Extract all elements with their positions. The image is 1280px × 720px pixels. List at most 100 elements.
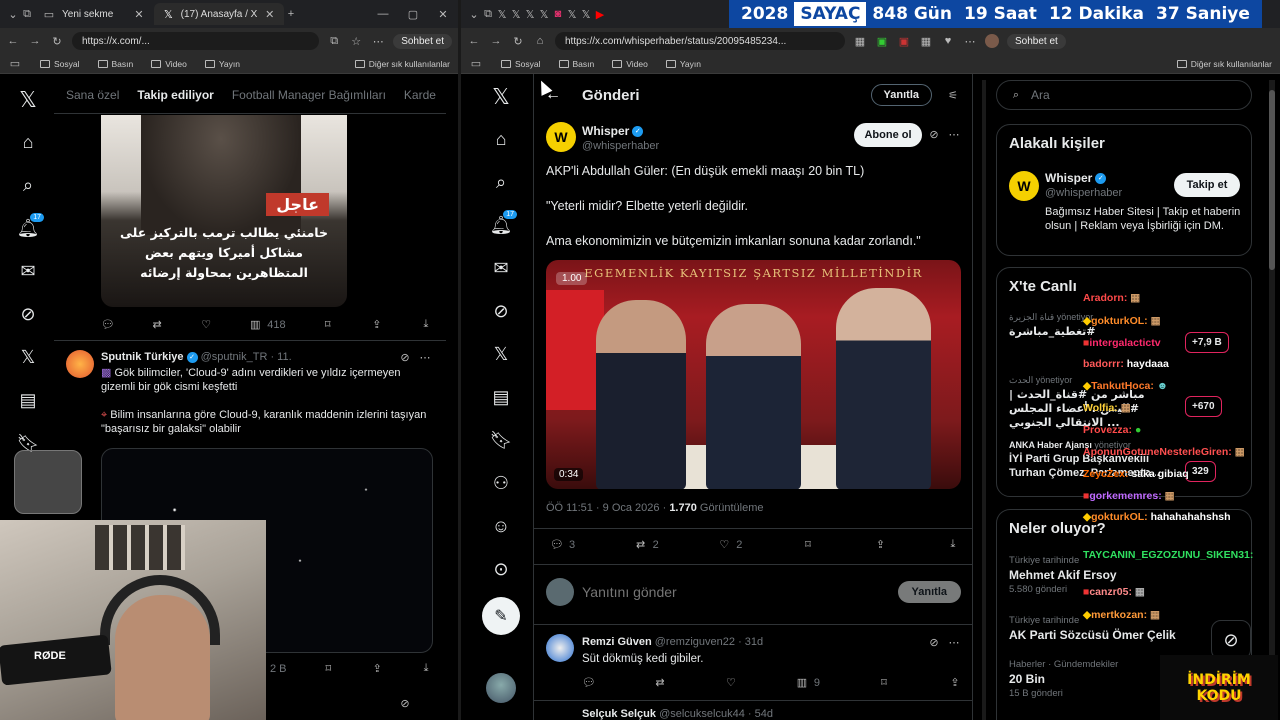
tab-x-home[interactable]: 𝕏 (17) Anasayfa / X ✕ xyxy=(154,3,284,25)
views-stat[interactable]: ▥ 418 xyxy=(248,318,286,332)
bookmark-icon[interactable]: ⌑ xyxy=(801,538,815,551)
bookmark-folder[interactable]: Sosyal xyxy=(501,59,541,69)
tab-list-icon[interactable]: ⌄ xyxy=(467,8,481,21)
tab-kardes[interactable]: Karde xyxy=(404,88,436,102)
share-icon[interactable]: ⇪ xyxy=(948,676,962,689)
url-field[interactable]: https://x.com/... xyxy=(72,32,320,50)
avatar[interactable] xyxy=(985,34,999,48)
bookmark-folder[interactable]: Basın xyxy=(97,59,133,69)
post-video[interactable]: EGEMENLİK KAYITSIZ ŞARTSIZ MİLLETİNDİR 1… xyxy=(546,260,961,489)
views-stat[interactable]: ▥ 9 xyxy=(795,676,820,690)
share-icon[interactable]: ⇪ xyxy=(370,318,384,331)
extensions-icon[interactable]: ⧉ xyxy=(327,35,341,48)
close-window-icon[interactable]: ✕ xyxy=(436,8,450,21)
bell-icon[interactable]: 🔔︎ 17 xyxy=(481,204,521,247)
extension-icon[interactable]: ♥ xyxy=(941,35,955,47)
home-icon[interactable]: ⌂ xyxy=(481,118,521,161)
lists-icon[interactable]: ▤ xyxy=(481,376,521,419)
back-icon[interactable]: ← xyxy=(467,35,481,47)
grok-icon[interactable]: ⊘ xyxy=(8,293,48,336)
scroll-thumb[interactable] xyxy=(1269,90,1275,270)
tab-list-icon[interactable]: ⌄ xyxy=(6,8,20,21)
main-scrollbar[interactable] xyxy=(982,80,986,720)
repost-icon[interactable]: ⇄ xyxy=(150,318,164,331)
tab-new-tab[interactable]: ▭ Yeni sekme ✕ xyxy=(34,3,154,25)
grok-icon[interactable]: ⊘ xyxy=(398,697,412,710)
share-icon[interactable]: ⇪ xyxy=(873,538,887,551)
more-icon[interactable]: ⋯ xyxy=(947,128,961,141)
floating-widget[interactable] xyxy=(14,450,82,514)
x-tab-icon[interactable]: 𝕏 xyxy=(523,8,537,21)
bookmark-folder[interactable]: Video xyxy=(151,59,187,69)
bell-icon[interactable]: 🔔︎ 17 xyxy=(8,207,48,250)
close-icon[interactable]: ✕ xyxy=(132,8,146,21)
download-icon[interactable]: ⤓ xyxy=(419,318,433,331)
copilot-button[interactable]: Sohbet et xyxy=(1007,33,1066,49)
sidebar-toggle-icon[interactable]: ▭ xyxy=(469,57,483,70)
like-action[interactable]: ♡ 2 xyxy=(717,538,742,552)
download-icon[interactable]: ⤓ xyxy=(946,538,960,551)
reply-submit-button[interactable]: Yanıtla xyxy=(897,581,961,603)
repost-action[interactable]: ⇄ 2 xyxy=(634,538,659,552)
profile-icon[interactable]: ☺ xyxy=(481,505,521,548)
extension-icon[interactable]: ▣ xyxy=(897,35,911,48)
account-avatar[interactable] xyxy=(486,673,516,703)
communities-icon[interactable]: ⚇ xyxy=(481,462,521,505)
subscribe-button[interactable]: Abone ol xyxy=(854,123,922,147)
filter-icon[interactable]: ⚟ xyxy=(946,89,960,102)
x-tab-icon[interactable]: 𝕏 xyxy=(579,8,593,21)
lists-icon[interactable]: ▤ xyxy=(8,379,48,422)
x-tab-icon[interactable]: 𝕏 xyxy=(537,8,551,21)
reply-input[interactable] xyxy=(582,584,890,600)
workspaces-icon[interactable]: ⧉ xyxy=(20,8,34,21)
tab-following[interactable]: Takip ediliyor xyxy=(137,88,213,102)
extension-icon[interactable]: ▣ xyxy=(875,35,889,48)
x-logo-icon[interactable]: 𝕏 xyxy=(8,78,48,121)
sidebar-toggle-icon[interactable]: ▭ xyxy=(8,57,22,70)
forward-icon[interactable]: → xyxy=(28,35,42,47)
youtube-tab-icon[interactable]: ▶ xyxy=(593,8,607,21)
mail-icon[interactable]: ✉ xyxy=(481,247,521,290)
more-icon[interactable]: ⋯ xyxy=(947,636,961,649)
x-tab-icon[interactable]: 𝕏 xyxy=(565,8,579,21)
post-button[interactable]: ✎ xyxy=(482,597,520,635)
more-icon[interactable]: ⋯ xyxy=(963,35,977,48)
mail-icon[interactable]: ✉ xyxy=(8,250,48,293)
x-logo-icon[interactable]: 𝕏 xyxy=(481,75,521,118)
tab-fm[interactable]: Football Manager Bağımlıları xyxy=(232,88,386,102)
bookmark-folder[interactable]: Yayın xyxy=(204,59,240,69)
grok-icon[interactable]: ⊘ xyxy=(927,128,941,141)
other-bookmarks[interactable]: Diğer sık kullanılanlar xyxy=(354,59,450,69)
favorites-icon[interactable]: ☆ xyxy=(349,35,363,48)
close-icon[interactable]: ✕ xyxy=(263,8,276,21)
sidebar-scrollbar[interactable] xyxy=(1269,80,1275,720)
bookmark-icon[interactable]: 🔖︎ xyxy=(481,419,521,462)
back-icon[interactable]: ← xyxy=(6,35,20,47)
author-name[interactable]: Whisper xyxy=(1045,171,1092,185)
trend-item[interactable]: Haberler · Gündemdekiler 20 Bin 15 B gön… xyxy=(1009,658,1118,700)
repost-icon[interactable]: ⇄ xyxy=(653,676,667,689)
instagram-tab-icon[interactable]: ◙ xyxy=(551,8,565,20)
tweet-media-news-card[interactable]: عاجل خامنئي يطالب ترمب بالتركيز على مشاك… xyxy=(101,115,347,307)
tab-for-you[interactable]: Sana özel xyxy=(66,88,119,102)
grok-icon[interactable]: ⊘ xyxy=(481,290,521,333)
post-time[interactable]: ÖÖ 11:51 · 9 Oca 2026 · xyxy=(546,502,669,514)
share-icon[interactable]: ⇪ xyxy=(370,662,384,675)
minimize-icon[interactable]: — xyxy=(376,8,390,21)
home-icon[interactable]: ⌂ xyxy=(533,35,547,47)
like-icon[interactable]: ♡ xyxy=(724,676,738,689)
views-stat[interactable]: 2 B xyxy=(270,662,287,675)
reply-header-button[interactable]: Yanıtla xyxy=(870,84,932,106)
more-icon[interactable]: ⋯ xyxy=(371,35,385,48)
bookmark-icon[interactable]: ⌑ xyxy=(877,676,891,689)
x-tab-icon[interactable]: 𝕏 xyxy=(509,8,523,21)
playback-speed[interactable]: 1.00 xyxy=(556,272,588,285)
search-icon[interactable]: ⌕ xyxy=(8,164,48,207)
like-icon[interactable]: ♡ xyxy=(199,318,213,331)
bookmark-folder[interactable]: Video xyxy=(612,59,648,69)
reply-action[interactable]: 💬︎ 3 xyxy=(550,538,575,552)
x-premium-icon[interactable]: 𝕏 xyxy=(481,333,521,376)
reply-icon[interactable]: 💬︎ xyxy=(582,676,596,689)
reload-icon[interactable]: ↻ xyxy=(511,35,525,48)
download-icon[interactable]: ⤓ xyxy=(419,662,433,675)
